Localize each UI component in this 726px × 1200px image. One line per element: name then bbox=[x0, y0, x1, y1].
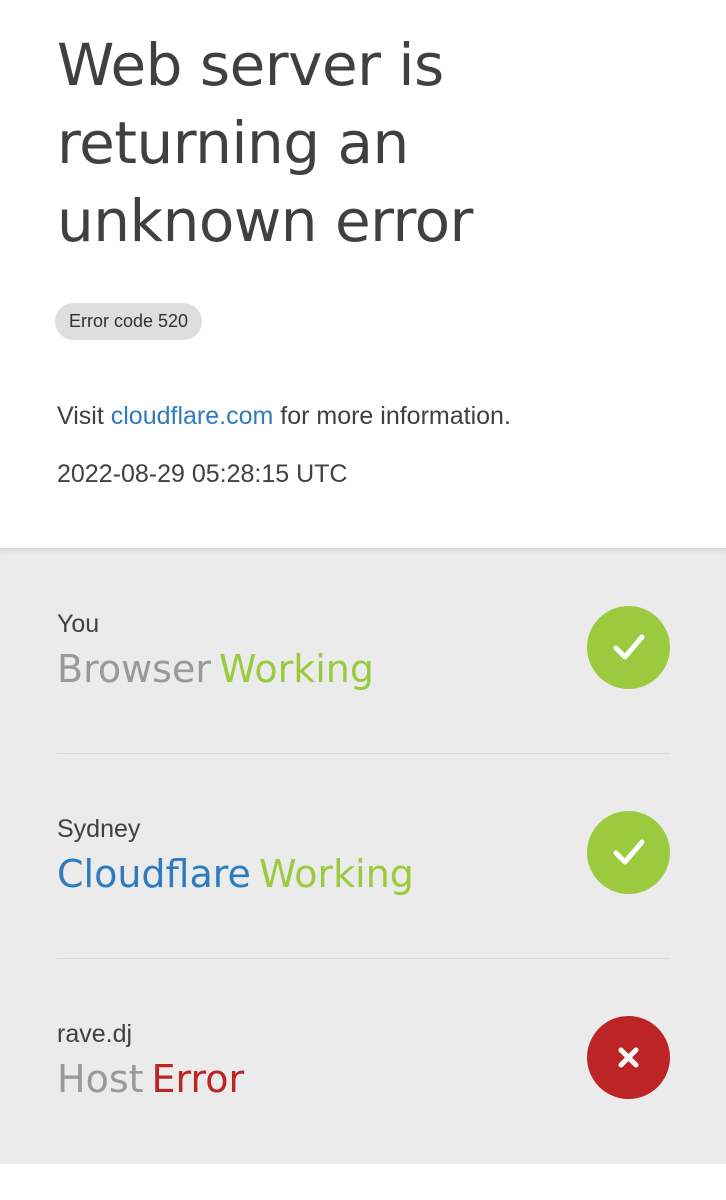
error-header: Web server is returning an unknown error… bbox=[0, 0, 726, 548]
status-location: You bbox=[57, 610, 100, 638]
status-node: Browser bbox=[57, 647, 211, 691]
page-title: Web server is returning an unknown error bbox=[57, 31, 473, 255]
check-icon bbox=[587, 606, 670, 689]
check-icon bbox=[587, 811, 670, 894]
status-state: Error bbox=[151, 1057, 245, 1101]
status-line: Host Error bbox=[57, 1054, 244, 1104]
status-node: Cloudflare bbox=[57, 852, 251, 896]
status-row-host: rave.dj Host Error bbox=[57, 1010, 670, 1170]
divider bbox=[57, 753, 670, 754]
error-code-badge: Error code 520 bbox=[55, 303, 203, 340]
timestamp: 2022-08-29 05:28:15 UTC bbox=[57, 460, 348, 488]
status-row-cloudflare: Sydney Cloudflare Working bbox=[57, 805, 670, 965]
status-location: Sydney bbox=[57, 815, 141, 843]
footer-strip bbox=[0, 1164, 726, 1200]
status-line: Browser Working bbox=[57, 644, 374, 694]
cloudflare-link[interactable]: cloudflare.com bbox=[111, 402, 274, 430]
visit-prefix: Visit bbox=[57, 402, 111, 430]
visit-info: Visit cloudflare.com for more informatio… bbox=[57, 400, 511, 432]
divider bbox=[57, 958, 670, 959]
status-node: Host bbox=[57, 1057, 144, 1101]
status-state: Working bbox=[258, 852, 414, 896]
status-row-browser: You Browser Working bbox=[57, 600, 670, 760]
status-location: rave.dj bbox=[57, 1020, 133, 1048]
status-state: Working bbox=[219, 647, 374, 691]
close-icon bbox=[587, 1016, 670, 1099]
status-panel: You Browser Working Sydney Cloudflare Work… bbox=[0, 548, 726, 1164]
visit-suffix: for more information. bbox=[273, 402, 511, 430]
status-line: Cloudflare Working bbox=[57, 849, 414, 899]
